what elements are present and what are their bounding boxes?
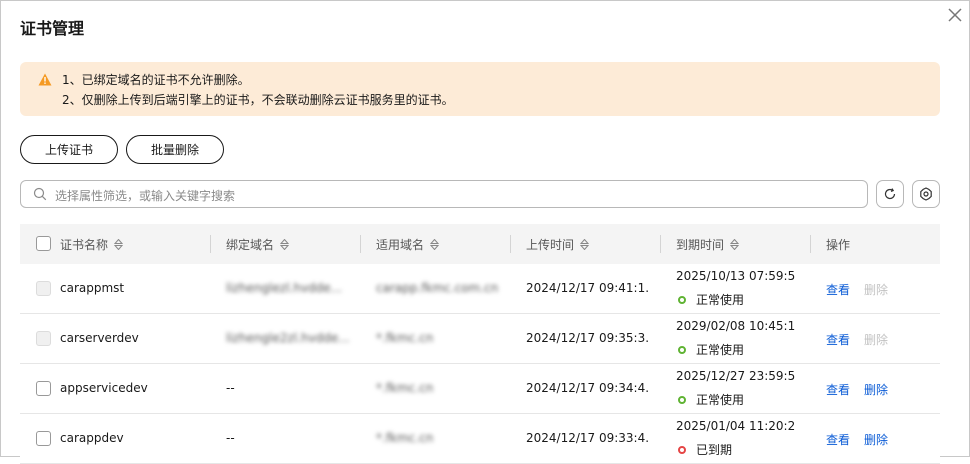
cert-name: carserverdev [60,331,139,345]
applicable-domain: carapp.fkmc.com.cn [376,281,499,295]
row-checkbox[interactable] [36,381,51,396]
header-bound-domain[interactable]: 绑定域名 [226,236,290,253]
header-upload-time-label: 上传时间 [526,238,575,252]
status-text: 正常使用 [696,343,745,357]
column-divider [360,235,361,253]
status-badge: 正常使用 [678,391,744,408]
upload-time: 2024/12/17 09:41:1... [526,281,650,295]
header-applicable-domain[interactable]: 适用域名 [376,236,440,253]
view-link[interactable]: 查看 [826,381,850,398]
status-ok-icon [678,295,686,304]
delete-link[interactable]: 删除 [864,431,888,448]
batch-delete-button[interactable]: 批量删除 [126,135,224,164]
cert-name: carappdev [60,431,124,445]
search-input[interactable]: 选择属性筛选，或输入关键字搜索 [20,180,868,208]
dialog-title: 证书管理 [20,19,85,38]
header-operations-label: 操作 [826,238,851,252]
row-checkbox [36,331,51,346]
search-icon [33,187,47,201]
sort-icon[interactable] [730,239,740,250]
header-bound-domain-label: 绑定域名 [226,238,275,252]
header-operations: 操作 [826,236,850,253]
expiry-time: 2025/01/04 11:20:20 ( [676,419,796,433]
header-expiry-time[interactable]: 到期时间 [676,236,740,253]
select-all-checkbox[interactable] [36,236,51,251]
table-header: 证书名称 绑定域名 适用域名 上传时间 到期时间 操作 [20,224,940,264]
bound-domain: -- [226,381,235,395]
sort-icon[interactable] [430,239,440,250]
status-text: 正常使用 [696,293,745,307]
expiry-time: 2029/02/08 10:45:19 ( [676,319,796,333]
upload-time: 2024/12/17 09:34:4... [526,381,650,395]
view-link[interactable]: 查看 [826,281,850,298]
delete-link[interactable]: 删除 [864,381,888,398]
header-cert-name[interactable]: 证书名称 [60,236,124,253]
cert-name: appservicedev [60,381,148,395]
view-link[interactable]: 查看 [826,331,850,348]
table-row: carserverdev lizhengle2zl.hvdde... *.fkm… [20,314,940,364]
delete-link: 删除 [864,283,889,297]
view-link[interactable]: 查看 [826,431,850,448]
column-divider [210,235,211,253]
certificate-dialog: 证书管理 1、已绑定域名的证书不允许删除。 2、仅删除上传到后端引擎上的证书，不… [0,0,970,464]
sort-icon[interactable] [280,239,290,250]
header-upload-time[interactable]: 上传时间 [526,236,590,253]
sort-icon[interactable] [114,239,124,250]
status-text: 正常使用 [696,393,745,407]
cert-name: carappmst [60,281,125,295]
close-icon[interactable] [944,4,966,26]
upload-time: 2024/12/17 09:33:4... [526,431,650,445]
status-expired-icon [678,445,686,454]
upload-certificate-button[interactable]: 上传证书 [20,135,118,164]
refresh-icon [884,188,896,200]
settings-button[interactable] [912,180,940,208]
status-badge: 正常使用 [678,341,744,358]
upload-time: 2024/12/17 09:35:3... [526,331,650,345]
column-divider [660,235,661,253]
row-checkbox[interactable] [36,431,51,446]
status-ok-icon [678,345,686,354]
table-row: carappmst lizhenglezl.hvdde... carapp.fk… [20,264,940,314]
applicable-domain: *.fkmc.cn [376,331,434,345]
expiry-time: 2025/12/27 23:59:59 ( [676,369,796,383]
column-divider [810,235,811,253]
search-placeholder: 选择属性筛选，或输入关键字搜索 [55,189,236,203]
gear-icon [920,187,932,201]
header-cert-name-label: 证书名称 [60,238,109,252]
delete-link: 删除 [864,333,889,347]
row-checkbox [36,281,51,296]
header-expiry-time-label: 到期时间 [676,238,725,252]
bound-domain: lizhengle2zl.hvdde... [226,331,350,345]
column-divider [510,235,511,253]
sort-icon[interactable] [580,239,590,250]
warning-icon [38,73,52,86]
bound-domain: -- [226,431,235,445]
applicable-domain: *.fkmc.cn [376,431,434,445]
status-ok-icon [678,395,686,404]
status-text: 已到期 [696,443,733,457]
status-badge: 正常使用 [678,291,744,308]
notice-banner: 1、已绑定域名的证书不允许删除。 2、仅删除上传到后端引擎上的证书，不会联动删除… [20,62,940,116]
notice-line-2: 2、仅删除上传到后端引擎上的证书，不会联动删除云证书服务里的证书。 [62,93,454,107]
bound-domain: lizhenglezl.hvdde... [226,281,343,295]
notice-line-1: 1、已绑定域名的证书不允许删除。 [62,73,250,87]
header-applicable-domain-label: 适用域名 [376,238,425,252]
applicable-domain: *.fkmc.cn [376,381,434,395]
table-row: appservicedev -- *.fkmc.cn 2024/12/17 09… [20,364,940,414]
status-badge: 已到期 [678,441,732,458]
refresh-button[interactable] [876,180,904,208]
expiry-time: 2025/10/13 07:59:59 ( [676,269,796,283]
